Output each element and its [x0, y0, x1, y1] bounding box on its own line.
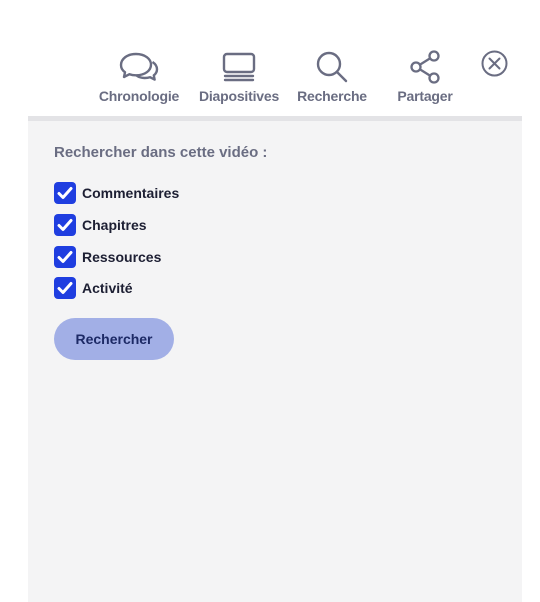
check-icon: [57, 187, 73, 199]
panel-heading: Rechercher dans cette vidéo :: [54, 144, 268, 161]
option-label: Ressources: [82, 249, 162, 265]
checkbox[interactable]: [54, 246, 76, 268]
tab-label: Diapositives: [198, 88, 280, 104]
slides-icon: [222, 50, 256, 84]
tab-partager[interactable]: Partager: [390, 50, 460, 104]
close-circle-icon: [481, 50, 508, 77]
tab-label: Partager: [397, 88, 453, 104]
search-icon: [315, 50, 349, 84]
option-activite[interactable]: Activité: [54, 277, 133, 299]
checkbox[interactable]: [54, 182, 76, 204]
tab-diapositives[interactable]: Diapositives: [197, 50, 281, 104]
option-commentaires[interactable]: Commentaires: [54, 182, 179, 204]
option-label: Activité: [82, 280, 133, 296]
tab-recherche[interactable]: Recherche: [292, 50, 372, 104]
chat-bubbles-icon: [119, 50, 159, 84]
tab-label: Recherche: [297, 88, 367, 104]
close-button[interactable]: [481, 50, 508, 77]
checkbox[interactable]: [54, 214, 76, 236]
share-icon: [408, 50, 442, 84]
checkbox[interactable]: [54, 277, 76, 299]
search-submit-button[interactable]: Rechercher: [54, 318, 174, 360]
check-icon: [57, 219, 73, 231]
tab-label: Chronologie: [98, 88, 180, 104]
check-icon: [57, 251, 73, 263]
option-label: Commentaires: [82, 185, 180, 201]
option-ressources[interactable]: Ressources: [54, 246, 161, 268]
option-label: Chapitres: [82, 217, 147, 233]
tab-chronologie[interactable]: Chronologie: [97, 50, 181, 104]
check-icon: [57, 282, 73, 294]
option-chapitres[interactable]: Chapitres: [54, 214, 147, 236]
video-sidebar: Chronologie Diapositives Recherche Parta…: [0, 0, 540, 602]
